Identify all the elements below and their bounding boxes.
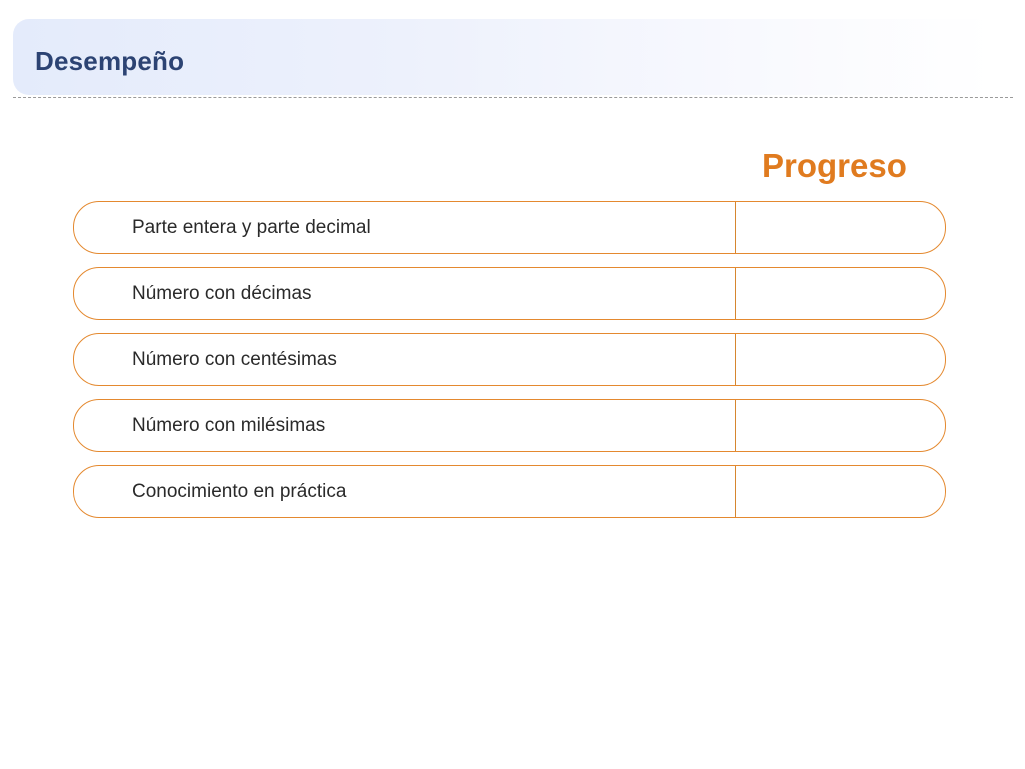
topic-progress-cell [735, 334, 946, 385]
topic-label: Parte entera y parte decimal [132, 217, 371, 238]
topic-progress-cell [735, 202, 946, 253]
topic-progress-cell [735, 268, 946, 319]
topic-row-centesimas[interactable]: Número con centésimas [73, 333, 946, 386]
topic-row-conocimiento-practica[interactable]: Conocimiento en práctica [73, 465, 946, 518]
progress-heading: Progreso [762, 147, 907, 184]
topic-progress-cell [735, 400, 946, 451]
topic-label: Número con centésimas [132, 349, 337, 370]
topic-label: Número con décimas [132, 283, 312, 304]
topic-row-decimas[interactable]: Número con décimas [73, 267, 946, 320]
topic-list: Parte entera y parte decimal Número con … [73, 201, 946, 531]
topic-row-milesimas[interactable]: Número con milésimas [73, 399, 946, 452]
topic-row-parte-entera[interactable]: Parte entera y parte decimal [73, 201, 946, 254]
page-title: Desempeño [35, 46, 185, 76]
topic-progress-cell [735, 466, 946, 517]
topic-label: Número con milésimas [132, 415, 326, 436]
header-divider [13, 97, 1013, 98]
topic-label: Conocimiento en práctica [132, 481, 347, 502]
performance-page: Desempeño Progreso Parte entera y parte … [0, 0, 1025, 769]
